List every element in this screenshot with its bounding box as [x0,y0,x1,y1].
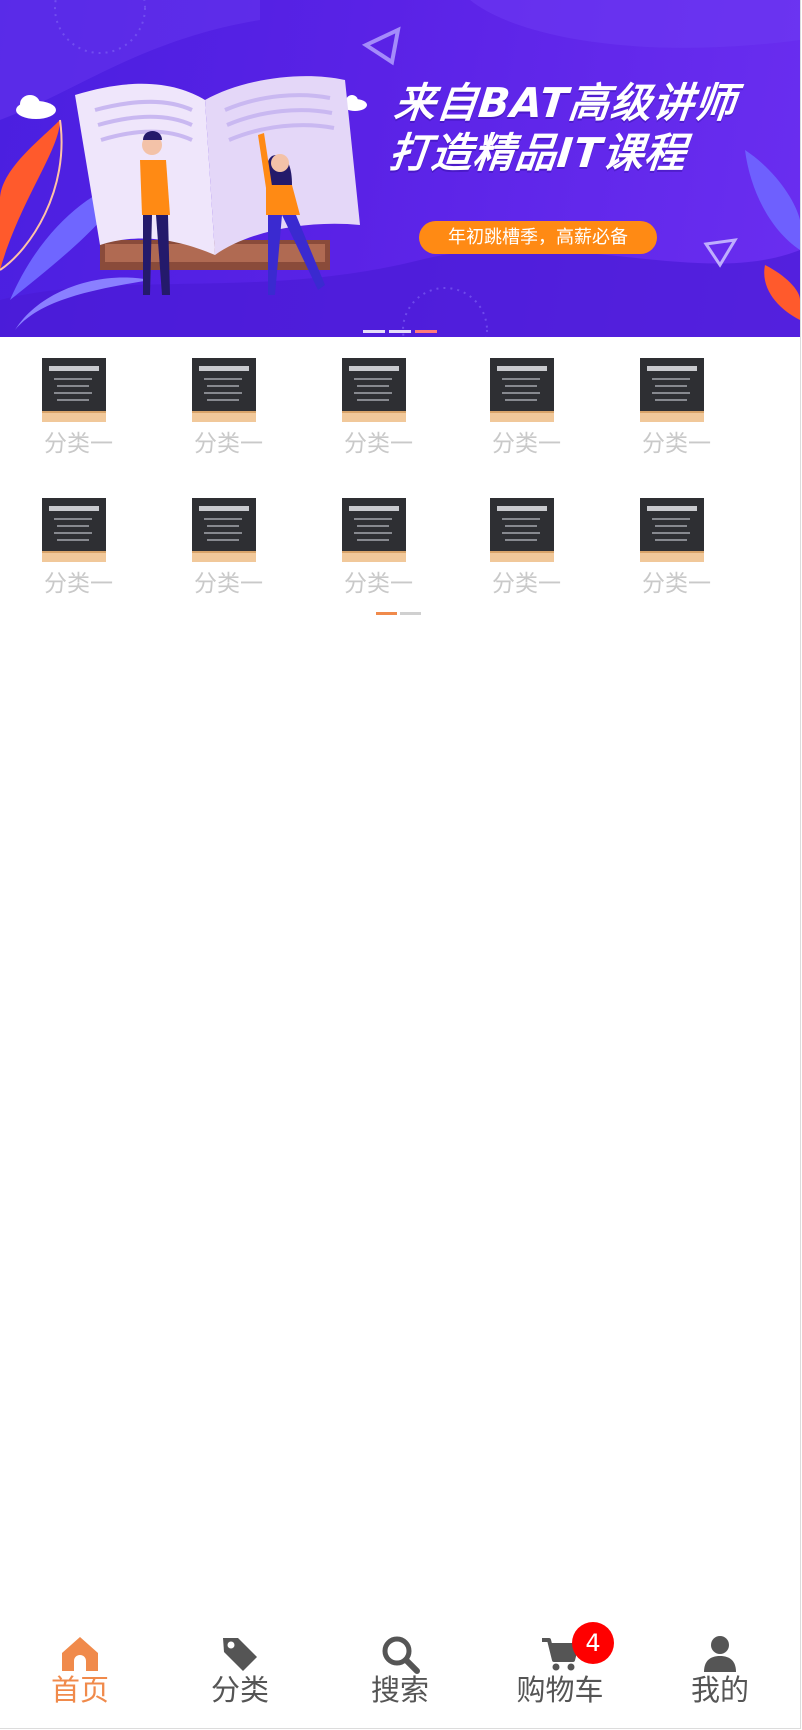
user-icon [704,1636,736,1672]
cart-badge: 4 [572,1622,614,1664]
promo-banner[interactable]: 来自BAT高级讲师 打造精品IT课程 年初跳槽季，高薪必备 [0,0,800,337]
category-thumbnail [342,498,406,562]
category-label: 分类一 [344,431,413,457]
app-screen: 来自BAT高级讲师 打造精品IT课程 年初跳槽季，高薪必备 分类一 分类一 分类一分… [0,0,801,1729]
tab-category[interactable]: 分类 [160,1622,320,1728]
category-label: 分类一 [492,431,561,457]
category-label: 分类一 [344,571,413,597]
bottom-tab-bar: 首页 分类 搜索 4 购物车 我的 [0,1622,800,1728]
category-thumbnail [192,498,256,562]
tab-category-label: 分类 [210,1673,269,1707]
home-icon [62,1637,98,1671]
category-item[interactable]: 分类一 [640,498,740,608]
tab-search-label: 搜索 [370,1673,429,1707]
category-thumbnail [640,498,704,562]
tab-profile-label: 我的 [690,1673,749,1707]
category-label: 分类一 [642,431,711,457]
category-item[interactable]: 分类一 [192,498,292,608]
category-item[interactable]: 分类一 [42,498,142,608]
banner-dot[interactable] [389,330,411,333]
tab-search[interactable]: 搜索 [320,1622,480,1728]
banner-title-line2: 打造精品IT课程 [386,129,690,177]
category-thumbnail [42,358,106,422]
tab-cart-label: 购物车 [516,1673,604,1707]
tab-home-label: 首页 [50,1673,109,1707]
category-item[interactable]: 分类一 [42,358,142,468]
category-page-dot-active[interactable] [376,612,397,615]
category-label: 分类一 [194,431,263,457]
banner-dot[interactable] [363,330,385,333]
category-item[interactable]: 分类一 [192,358,292,468]
category-thumbnail [342,358,406,422]
category-label: 分类一 [194,571,263,597]
category-item[interactable]: 分类一 [640,358,740,468]
category-page-dot[interactable] [400,612,421,615]
banner-promo-pill[interactable]: 年初跳槽季，高薪必备 [419,221,657,254]
banner-headline: 来自BAT高级讲师 打造精品IT课程 [387,78,740,178]
category-thumbnail [640,358,704,422]
tab-cart[interactable]: 4 购物车 [480,1622,640,1728]
search-icon [382,1636,420,1674]
category-label: 分类一 [492,571,561,597]
tag-icon [223,1638,257,1671]
tab-profile[interactable]: 我的 [640,1622,800,1728]
category-pagination [376,612,421,615]
category-thumbnail [42,498,106,562]
banner-pagination [363,330,437,333]
category-item[interactable]: 分类一 [490,498,590,608]
category-item[interactable]: 分类一 [342,358,442,468]
category-label: 分类一 [642,571,711,597]
category-thumbnail [490,498,554,562]
category-item[interactable]: 分类一 [342,498,442,608]
category-label: 分类一 [44,571,113,597]
category-item[interactable]: 分类一 [490,358,590,468]
banner-dot-active[interactable] [415,330,437,333]
tab-home[interactable]: 首页 [0,1622,160,1728]
category-thumbnail [490,358,554,422]
category-label: 分类一 [44,431,113,457]
category-thumbnail [192,358,256,422]
banner-title-line1: 来自BAT高级讲师 [392,79,740,127]
